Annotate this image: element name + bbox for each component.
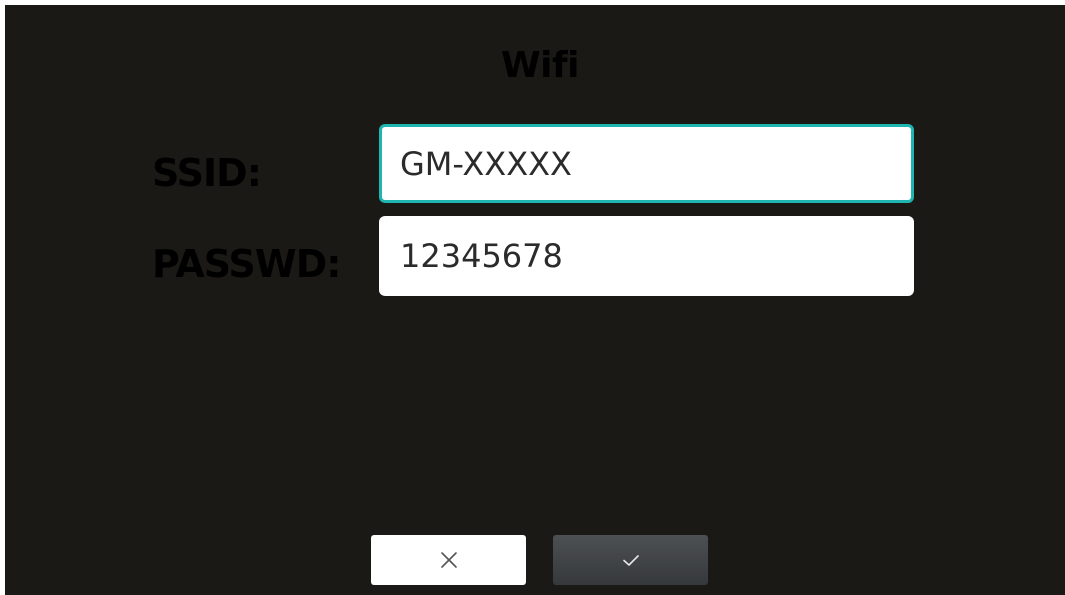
- password-input[interactable]: 12345678: [379, 216, 914, 296]
- page-title: Wifi: [500, 45, 580, 86]
- password-value: 12345678: [400, 237, 563, 275]
- confirm-button[interactable]: [553, 535, 708, 585]
- close-icon: [437, 548, 461, 572]
- ssid-label: SSID:: [152, 151, 262, 195]
- check-icon: [619, 548, 643, 572]
- password-label: PASSWD:: [152, 242, 341, 286]
- wifi-settings-screen: [5, 5, 1065, 595]
- ssid-input[interactable]: GM-XXXXX: [379, 124, 914, 203]
- cancel-button[interactable]: [371, 535, 526, 585]
- ssid-value: GM-XXXXX: [400, 144, 572, 183]
